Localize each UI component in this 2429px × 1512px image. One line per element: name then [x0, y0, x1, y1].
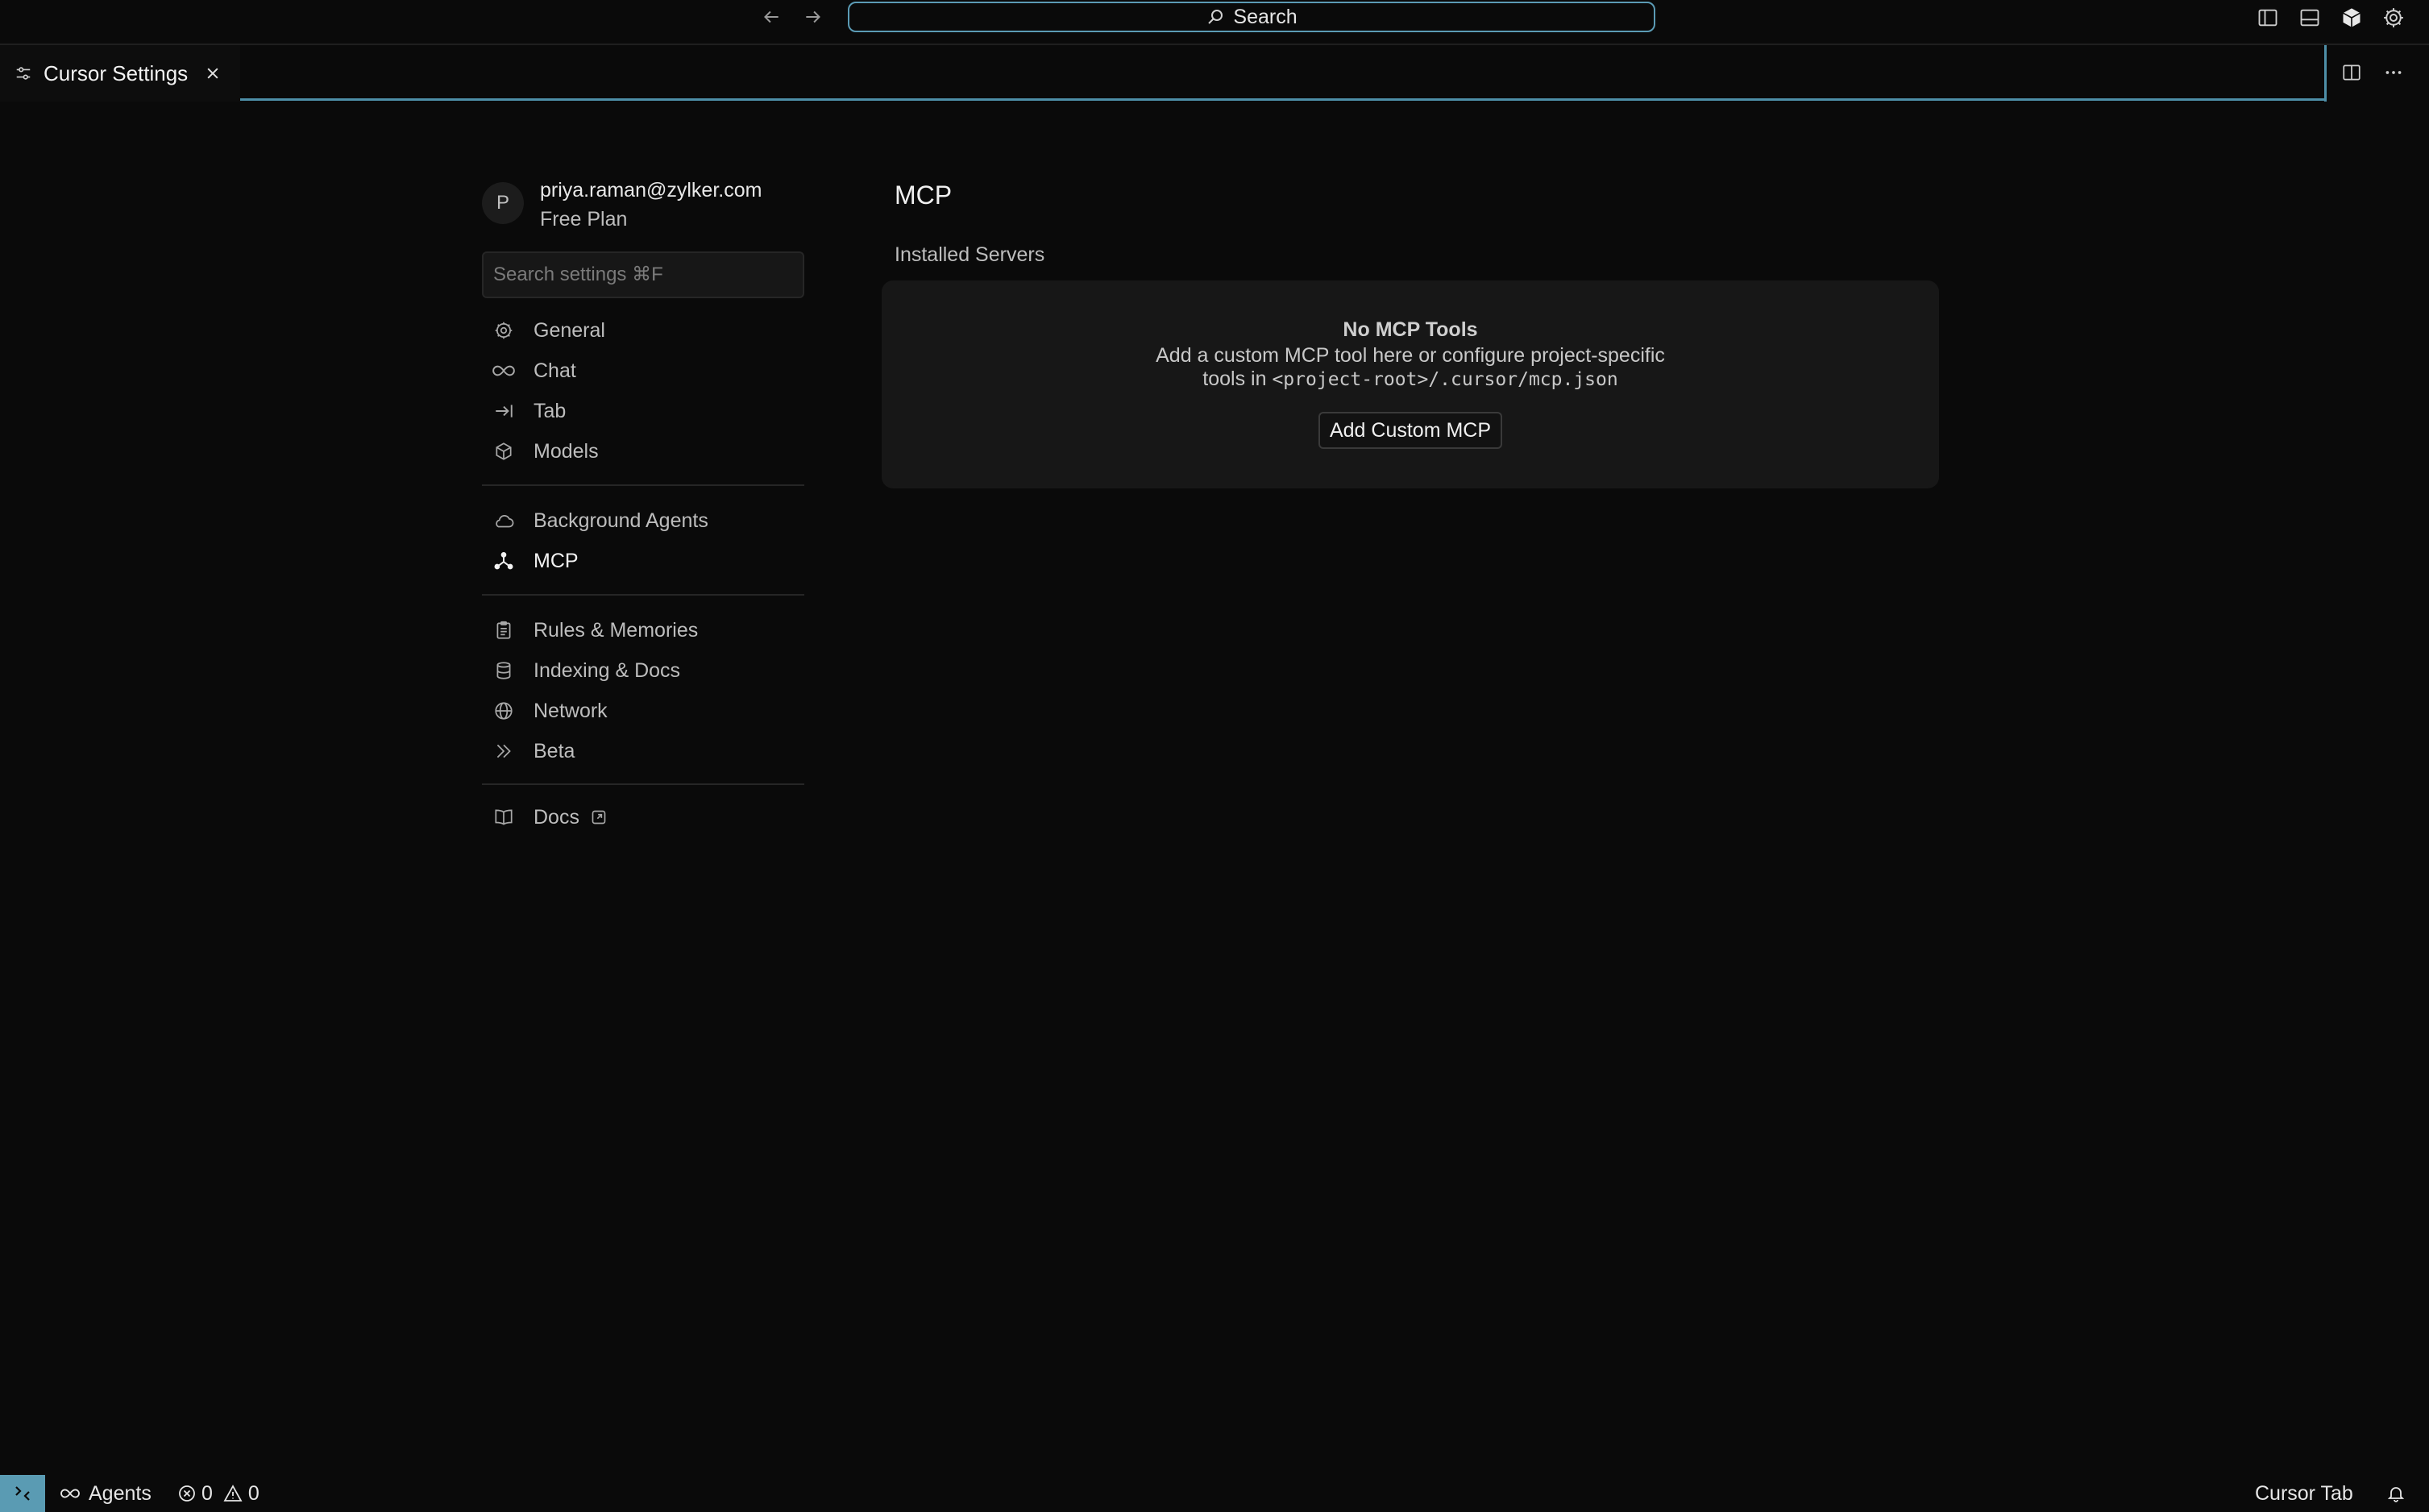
infinity-icon: [58, 1485, 82, 1502]
sidebar-item-models[interactable]: Models: [492, 434, 806, 469]
section-label: Installed Servers: [895, 243, 1045, 266]
sidebar-divider: [482, 594, 804, 596]
settings-search-input[interactable]: [482, 251, 804, 298]
settings-sliders-icon: [13, 63, 34, 84]
command-search-box[interactable]: Search: [848, 2, 1655, 32]
clipboard-icon: [492, 618, 516, 642]
sidebar-item-label: Docs: [534, 805, 579, 829]
tab-cursor-settings[interactable]: Cursor Settings: [0, 45, 240, 102]
back-arrow-icon[interactable]: [758, 3, 785, 31]
remote-icon: [13, 1484, 32, 1503]
warning-count: 0: [247, 1481, 260, 1505]
error-icon: [177, 1484, 197, 1503]
agents-label: Agents: [89, 1481, 152, 1505]
search-icon: [1206, 7, 1225, 27]
sidebar-divider: [482, 484, 804, 486]
account-email: priya.raman@zylker.com: [540, 179, 762, 201]
search-label: Search: [1233, 5, 1298, 28]
cursor-cube-icon[interactable]: [2337, 3, 2366, 32]
sidebar-item-mcp[interactable]: MCP: [492, 543, 806, 579]
empty-state-path-line: tools in <project-root>/.cursor/mcp.json: [882, 368, 1939, 391]
sidebar-item-docs[interactable]: Docs: [492, 800, 806, 835]
toggle-primary-sidebar-icon[interactable]: [2253, 3, 2282, 32]
empty-state-description: Add a custom MCP tool here or configure …: [1156, 344, 1665, 367]
sidebar-item-label: Tab: [534, 399, 567, 422]
tab-label: Cursor Settings: [44, 60, 189, 85]
editor-tab-bar: [0, 45, 2429, 102]
status-bar: [0, 1475, 2429, 1512]
gear-icon: [492, 318, 516, 343]
remote-indicator-button[interactable]: [0, 1475, 45, 1512]
infinity-icon: [492, 359, 516, 383]
arrow-right-bar-icon: [492, 399, 516, 423]
cloud-icon: [492, 509, 516, 533]
cube-icon: [492, 439, 516, 463]
sidebar-item-label: Models: [534, 439, 599, 463]
sidebar-item-label: Beta: [534, 739, 575, 762]
sidebar-item-label: Background Agents: [534, 509, 708, 532]
tab-bar-divider: [2324, 45, 2327, 102]
sidebar-item-label: Chat: [534, 359, 576, 382]
database-icon: [492, 658, 516, 683]
external-link-icon: [591, 809, 607, 825]
sidebar-item-background-agents[interactable]: Background Agents: [492, 503, 806, 538]
close-icon[interactable]: [202, 63, 223, 84]
sidebar-item-label: Network: [534, 699, 608, 722]
double-chevron-icon: [492, 739, 516, 763]
more-actions-icon[interactable]: [2379, 58, 2408, 87]
sidebar-item-indexing-docs[interactable]: Indexing & Docs: [492, 653, 806, 688]
agents-status-item[interactable]: Agents: [58, 1475, 152, 1512]
mcp-nodes-icon: [492, 549, 516, 573]
sidebar-divider: [482, 783, 804, 785]
problems-status-item[interactable]: 0 0: [177, 1475, 260, 1512]
toggle-panel-icon[interactable]: [2295, 3, 2324, 32]
sidebar-item-network[interactable]: Network: [492, 693, 806, 729]
account-plan: Free Plan: [540, 208, 628, 231]
empty-state-prefix: tools in: [1202, 368, 1273, 390]
page-title: MCP: [895, 181, 953, 210]
add-custom-mcp-button[interactable]: Add Custom MCP: [1318, 412, 1502, 449]
cursor-tab-status-item[interactable]: Cursor Tab: [2255, 1475, 2353, 1512]
mcp-config-path: <project-root>/.cursor/mcp.json: [1272, 369, 1618, 390]
sidebar-item-label: Rules & Memories: [534, 618, 699, 642]
sidebar-item-chat[interactable]: Chat: [492, 353, 806, 388]
globe-icon: [492, 699, 516, 723]
sidebar-item-rules-memories[interactable]: Rules & Memories: [492, 613, 806, 648]
sidebar-item-label: Indexing & Docs: [534, 658, 681, 682]
sidebar-item-tab[interactable]: Tab: [492, 393, 806, 429]
sidebar-item-label: MCP: [534, 549, 579, 572]
warning-icon: [222, 1484, 243, 1503]
book-icon: [492, 805, 516, 829]
error-count: 0: [201, 1481, 213, 1505]
tab-bar-border: [240, 98, 2326, 101]
sidebar-item-beta[interactable]: Beta: [492, 733, 806, 769]
sidebar-item-label: General: [534, 318, 605, 342]
bell-icon[interactable]: [2382, 1480, 2410, 1507]
split-editor-icon[interactable]: [2337, 58, 2366, 87]
empty-state-title: No MCP Tools: [1343, 318, 1478, 341]
forward-arrow-icon[interactable]: [799, 3, 827, 31]
sidebar-item-general[interactable]: General: [492, 313, 806, 348]
settings-gear-icon[interactable]: [2379, 3, 2408, 32]
avatar: P: [482, 182, 524, 224]
